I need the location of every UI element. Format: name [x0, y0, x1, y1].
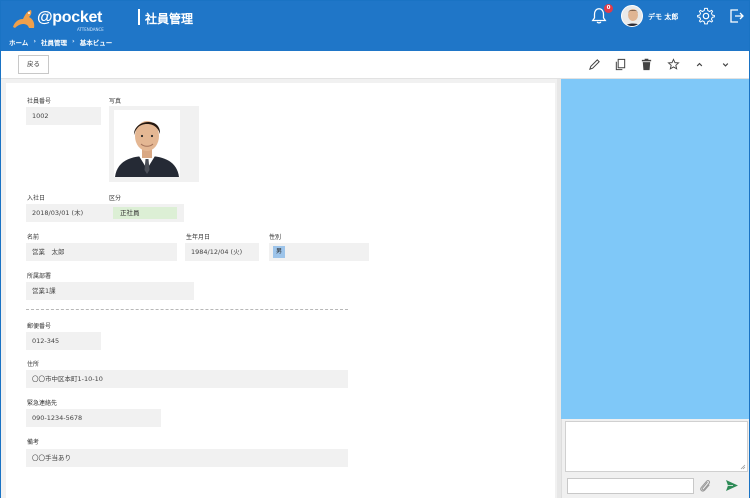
chevron-up-icon[interactable] [693, 58, 706, 71]
join-date-label: 入社日 [27, 195, 46, 202]
page-title: 社員管理 [145, 12, 194, 26]
birthday-field: 1984/12/04 (火) [185, 243, 259, 261]
logo-text[interactable]: @pocket [37, 9, 102, 27]
breadcrumb-separator: › [72, 37, 75, 45]
notification-badge: 0 [604, 4, 613, 13]
employee-portrait-image [109, 106, 199, 182]
note-label: 備考 [27, 439, 40, 446]
trash-icon[interactable] [640, 58, 653, 71]
chevron-down-icon[interactable] [719, 58, 732, 71]
postal-field: 012-345 [26, 332, 101, 350]
category-tag: 正社員 [113, 207, 177, 219]
breadcrumb-employee-management[interactable]: 社員管理 [41, 37, 67, 47]
category-label: 区分 [109, 195, 122, 202]
breadcrumb-separator: › [33, 37, 36, 45]
employee-photo [109, 106, 199, 182]
toolbar: 戻る [1, 51, 749, 79]
breadcrumb-home[interactable]: ホーム [9, 37, 28, 47]
send-icon[interactable] [725, 479, 739, 492]
avatar-person-icon [622, 6, 642, 26]
birthday-label: 生年月日 [186, 234, 211, 241]
paperclip-icon[interactable] [698, 478, 712, 493]
note-field: 〇〇手当あり [26, 449, 348, 467]
employee-no-field: 1002 [26, 107, 101, 125]
logo-subtext: ATTENDANCE [77, 27, 104, 32]
side-panel [561, 79, 749, 419]
comment-input[interactable] [567, 478, 694, 494]
copy-icon[interactable] [614, 58, 627, 71]
header-divider [138, 9, 140, 25]
name-label: 名前 [27, 234, 40, 241]
comment-textarea[interactable] [565, 421, 748, 472]
emergency-label: 緊急連絡先 [27, 400, 58, 407]
user-avatar[interactable] [621, 5, 643, 27]
emergency-field: 090-1234-5678 [26, 409, 161, 427]
back-button[interactable]: 戻る [18, 55, 49, 74]
gender-tag: 男 [273, 246, 286, 258]
gender-label: 性別 [269, 234, 282, 241]
logout-icon[interactable] [728, 8, 744, 24]
photo-label: 写真 [109, 98, 122, 105]
section-divider [26, 309, 348, 310]
department-label: 所属部署 [27, 273, 52, 280]
header-bar: @pocket ATTENDANCE 社員管理 ホーム › 社員管理 › 基本ビ… [1, 1, 749, 51]
postal-label: 郵便番号 [27, 323, 52, 330]
app-window: @pocket ATTENDANCE 社員管理 ホーム › 社員管理 › 基本ビ… [0, 0, 750, 498]
edit-pencil-icon[interactable] [588, 58, 601, 71]
user-name[interactable]: デモ 太郎 [648, 12, 678, 22]
gear-icon[interactable] [697, 7, 715, 25]
star-icon[interactable] [667, 58, 680, 71]
breadcrumb-basic-view: 基本ビュー [79, 39, 113, 47]
breadcrumb: ホーム › 社員管理 › 基本ビュー [9, 37, 112, 47]
name-field: 営業 太郎 [26, 243, 177, 261]
department-field: 営業1課 [26, 282, 194, 300]
address-label: 住所 [27, 361, 40, 368]
employee-no-label: 社員番号 [27, 98, 52, 105]
resize-handle-icon[interactable] [740, 464, 746, 470]
address-field: 〇〇市中区本町1-10-10 [26, 370, 348, 388]
